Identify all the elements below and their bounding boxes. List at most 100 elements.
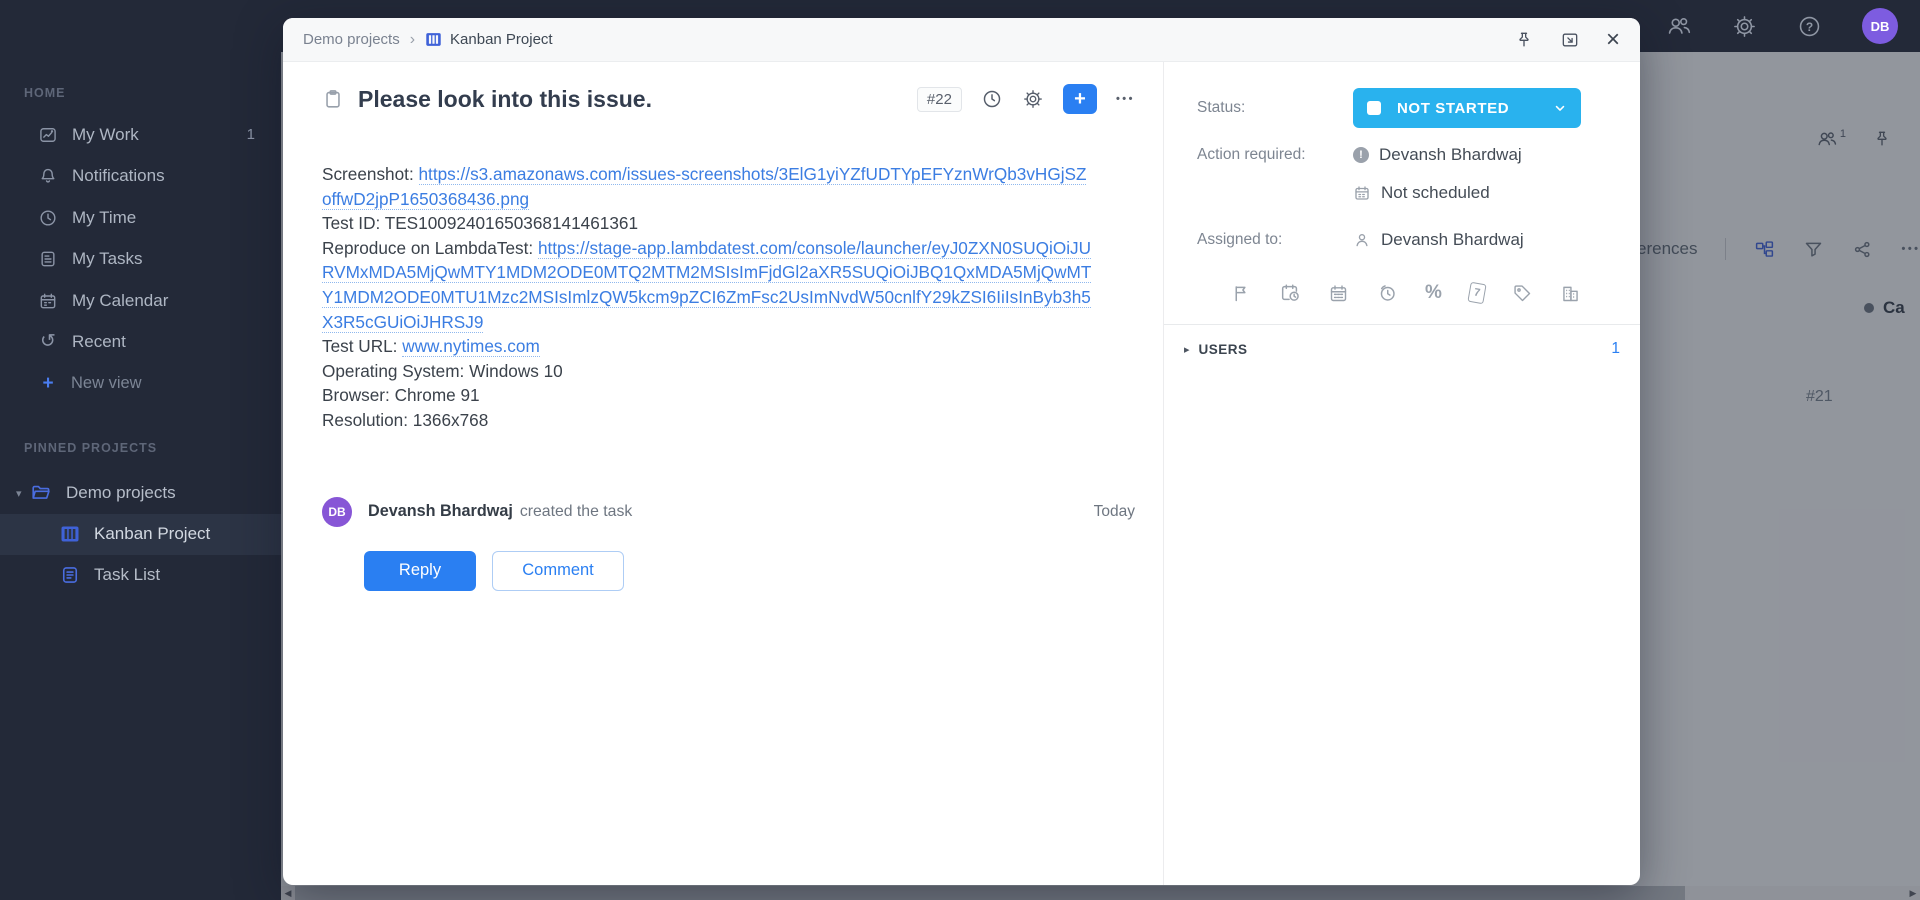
chevron-down-icon — [1553, 101, 1567, 115]
new-view-button[interactable]: + New view — [0, 363, 281, 405]
activity-author[interactable]: Devansh Bhardwaj — [368, 502, 513, 521]
time-estimate-icon[interactable] — [1376, 282, 1398, 304]
my-work-badge: 1 — [247, 126, 255, 143]
pinned-projects-label: PINNED PROJECTS — [0, 441, 281, 455]
breadcrumb-current[interactable]: Kanban Project — [450, 31, 553, 48]
task-properties-panel: Status: NOT STARTED Action required: ! D… — [1163, 62, 1640, 885]
open-in-window-icon[interactable] — [1560, 30, 1580, 50]
sidebar-item-my-calendar[interactable]: My Calendar — [0, 280, 281, 322]
tasks-doc-icon — [38, 249, 58, 269]
status-value: NOT STARTED — [1397, 100, 1509, 117]
sidebar-item-label: Recent — [72, 332, 126, 352]
task-main-column: Please look into this issue. #22 — [283, 62, 1163, 885]
description-text: Reproduce on LambdaTest: — [322, 238, 538, 258]
calendar-icon — [38, 291, 58, 311]
my-work-icon — [38, 125, 58, 145]
action-required-user: Devansh Bhardwaj — [1379, 145, 1522, 165]
comment-button[interactable]: Comment — [492, 551, 624, 591]
history-icon: ↺ — [38, 332, 58, 352]
sidebar-item-label: My Calendar — [72, 291, 168, 311]
description-text: Browser: Chrome 91 — [322, 385, 480, 405]
project-label: Demo projects — [66, 483, 176, 503]
sidebar-item-my-time[interactable]: My Time — [0, 197, 281, 239]
sidebar-item-my-work[interactable]: My Work 1 — [0, 114, 281, 156]
calendar-icon[interactable] — [1328, 283, 1349, 304]
users-section-label: USERS — [1199, 342, 1248, 357]
folder-open-icon — [30, 482, 52, 504]
help-icon[interactable]: ? — [1797, 14, 1822, 39]
sidebar-item-recent[interactable]: ↺ Recent — [0, 322, 281, 364]
percent-icon[interactable]: % — [1425, 282, 1442, 304]
home-section-label: HOME — [0, 86, 281, 100]
activity-avatar: DB — [322, 497, 352, 527]
description-text: Test ID: TES10092401650368141461361 — [322, 213, 638, 233]
breadcrumb-parent[interactable]: Demo projects — [303, 31, 400, 48]
plus-icon: + — [38, 373, 58, 395]
screenshot-link[interactable]: https://s3.amazonaws.com/issues-screensh… — [322, 164, 1086, 210]
assigned-to-label: Assigned to: — [1197, 231, 1353, 249]
chevron-right-icon: › — [410, 31, 415, 49]
users-section-toggle[interactable]: ▸ USERS 1 — [1184, 325, 1620, 373]
task-detail-modal: Demo projects › Kanban Project × — [283, 18, 1640, 885]
sidebar-item-task-list[interactable]: Task List — [0, 555, 281, 596]
status-label: Status: — [1197, 99, 1353, 117]
sidebar-item-label: Kanban Project — [94, 524, 210, 544]
settings-gear-icon[interactable] — [1732, 14, 1757, 39]
activity-action: created the task — [520, 503, 632, 521]
description-text: Operating System: Windows 10 — [322, 361, 563, 381]
users-count: 1 — [1611, 340, 1620, 358]
modal-header: Demo projects › Kanban Project × — [283, 18, 1640, 62]
user-avatar[interactable]: DB — [1862, 8, 1898, 44]
status-dropdown[interactable]: NOT STARTED — [1353, 88, 1581, 128]
reply-button[interactable]: Reply — [364, 551, 476, 591]
bell-icon — [38, 166, 58, 186]
kanban-board-icon — [60, 524, 80, 544]
task-points-icon[interactable]: 7 — [1467, 282, 1486, 304]
sidebar-item-label: Notifications — [72, 166, 165, 186]
sidebar-item-label: My Time — [72, 208, 136, 228]
activity-entry: DB Devansh Bhardwaj created the task Tod… — [322, 497, 1135, 527]
tag-icon[interactable] — [1512, 283, 1533, 304]
expander-triangle-icon[interactable]: ▾ — [16, 487, 30, 500]
priority-flag-icon[interactable] — [1231, 283, 1252, 304]
people-icon[interactable] — [1666, 13, 1692, 39]
sidebar-item-notifications[interactable]: Notifications — [0, 156, 281, 198]
sidebar-item-label: My Tasks — [72, 249, 143, 269]
action-required-label: Action required: — [1197, 146, 1353, 164]
new-view-label: New view — [71, 374, 142, 393]
kanban-board-icon — [425, 31, 442, 48]
assigned-to-value[interactable]: Devansh Bhardwaj — [1353, 230, 1524, 250]
description-text: Test URL: — [322, 336, 402, 356]
sidebar-item-label: My Work — [72, 125, 139, 145]
left-sidebar: HOME My Work 1 Notifications — [0, 0, 281, 900]
sidebar-item-label: Task List — [94, 565, 160, 585]
description-text: Resolution: 1366x768 — [322, 410, 488, 430]
time-tracking-icon[interactable] — [981, 88, 1003, 110]
sidebar-project-demo-projects[interactable]: ▾ Demo projects — [0, 473, 281, 514]
pin-modal-icon[interactable] — [1514, 30, 1534, 50]
info-icon: ! — [1353, 147, 1369, 163]
svg-text:?: ? — [1806, 19, 1813, 33]
calendar-icon — [1353, 184, 1371, 202]
schedule-value[interactable]: Not scheduled — [1353, 183, 1490, 203]
clipboard-icon — [322, 88, 344, 110]
schedule-text: Not scheduled — [1381, 183, 1490, 203]
person-icon — [1353, 231, 1371, 249]
task-more-icon[interactable]: ••• — [1116, 93, 1135, 105]
clock-icon — [38, 208, 58, 228]
status-square-icon — [1367, 101, 1381, 115]
task-id-badge[interactable]: #22 — [917, 87, 962, 112]
task-description: Screenshot: https://s3.amazonaws.com/iss… — [322, 162, 1092, 433]
action-required-value[interactable]: ! Devansh Bhardwaj — [1353, 145, 1522, 165]
test-url-link[interactable]: www.nytimes.com — [402, 336, 540, 357]
close-icon[interactable]: × — [1606, 28, 1620, 52]
add-button[interactable]: + — [1063, 84, 1097, 114]
task-settings-gear-icon[interactable] — [1022, 88, 1044, 110]
sidebar-item-my-tasks[interactable]: My Tasks — [0, 239, 281, 281]
task-title[interactable]: Please look into this issue. — [358, 86, 652, 113]
assigned-user: Devansh Bhardwaj — [1381, 230, 1524, 250]
company-icon[interactable] — [1560, 283, 1581, 304]
calendar-clock-icon[interactable] — [1279, 282, 1301, 304]
task-list-icon — [60, 565, 80, 585]
sidebar-item-kanban-project[interactable]: Kanban Project — [0, 514, 281, 555]
